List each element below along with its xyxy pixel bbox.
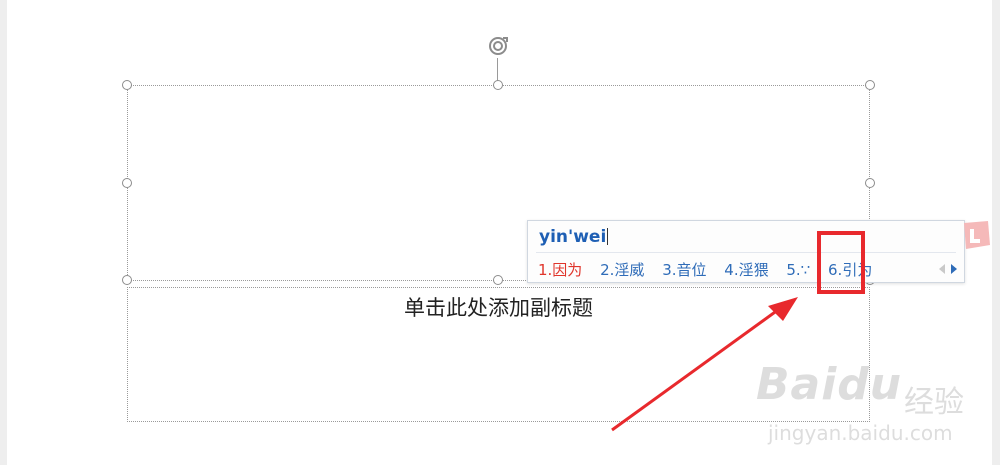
ime-prev-page-icon[interactable] [939,264,945,274]
text-caret [607,228,609,245]
ime-page-arrows [939,264,957,274]
baidu-jingyan-watermark: Baidu 经验 jingyan.baidu.com [756,353,996,463]
annotation-highlight-box [817,231,865,294]
ime-candidate-4[interactable]: 4.淫猥 [724,261,768,279]
resize-handle-middle-right[interactable] [865,178,875,188]
resize-handle-top-right[interactable] [865,80,875,90]
subtitle-placeholder-text: 单击此处添加副标题 [404,296,593,320]
ime-candidate-5[interactable]: 5.∵ [786,261,810,279]
ime-next-page-icon[interactable] [951,264,957,274]
ime-candidate-3[interactable]: 3.音位 [662,261,706,279]
resize-handle-bottom-center[interactable] [493,275,503,285]
resize-handle-middle-left[interactable] [122,178,132,188]
resize-handle-top-center[interactable] [493,80,503,90]
watermark-cn: 经验 [904,385,964,420]
watermark-url: jingyan.baidu.com [768,421,953,445]
ime-pinyin-input[interactable]: yin'wei [539,227,609,247]
watermark-brand: Baidu [756,359,903,410]
ime-divider [536,252,956,253]
ime-pinyin-text: yin'wei [539,227,607,247]
resize-handle-top-left[interactable] [122,80,132,90]
resize-handle-bottom-left[interactable] [122,275,132,285]
ime-candidate-1[interactable]: 1.因为 [538,261,582,279]
ime-candidate-window: yin'wei 1.因为 2.淫威 3.音位 4.淫猥 5.∵ 6.引为 [527,220,965,283]
sogou-l-logo-icon[interactable] [958,219,992,253]
rotate-handle-icon[interactable] [486,34,510,58]
ime-candidate-2[interactable]: 2.淫威 [600,261,644,279]
